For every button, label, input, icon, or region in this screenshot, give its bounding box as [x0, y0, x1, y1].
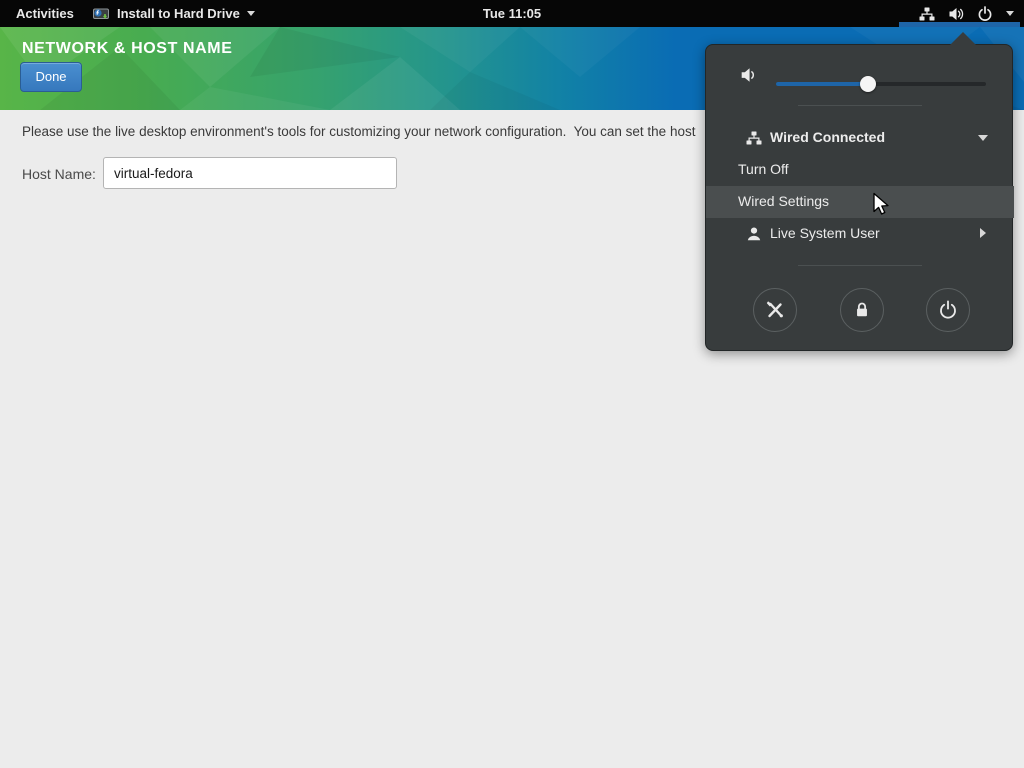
host-name-label: Host Name:: [22, 166, 96, 182]
network-wired-icon: [746, 130, 762, 149]
chevron-right-icon: [980, 228, 986, 238]
system-actions-row: [706, 288, 1014, 332]
separator: [798, 265, 922, 266]
host-name-input[interactable]: [103, 157, 397, 189]
instruction-text: Please use the live desktop environment'…: [22, 124, 696, 139]
popover-arrow: [950, 32, 976, 45]
menu-item-live-system-user[interactable]: Live System User: [706, 218, 1014, 250]
volume-slider-fill: [776, 82, 868, 86]
menu-item-turn-off[interactable]: Turn Off: [706, 154, 1014, 186]
chevron-down-icon: [978, 135, 988, 141]
power-icon: [938, 300, 958, 320]
user-icon: [746, 226, 762, 245]
top-bar: Activities Install to Hard Drive Tue 11:…: [0, 0, 1024, 27]
lock-icon: [853, 301, 871, 319]
page-title: NETWORK & HOST NAME: [22, 40, 233, 57]
settings-tools-icon: [765, 300, 785, 320]
system-menu-popover: Wired Connected Turn Off Wired Settings …: [705, 32, 1014, 351]
volume-row: [706, 55, 1014, 95]
separator: [798, 105, 922, 106]
menu-item-wired-settings[interactable]: Wired Settings: [706, 186, 1014, 218]
power-button[interactable]: [926, 288, 970, 332]
clock-button[interactable]: Tue 11:05: [0, 0, 1024, 27]
power-icon: [977, 5, 993, 22]
desktop: Activities Install to Hard Drive Tue 11:…: [0, 0, 1024, 768]
done-button[interactable]: Done: [20, 62, 82, 92]
system-status-area-button[interactable]: [919, 0, 1014, 27]
system-menu-list: Wired Connected Turn Off Wired Settings …: [706, 122, 1014, 250]
volume-slider-knob[interactable]: [860, 76, 876, 92]
menu-item-wired-connected[interactable]: Wired Connected: [706, 122, 1014, 154]
volume-slider[interactable]: [776, 76, 986, 92]
settings-button[interactable]: [753, 288, 797, 332]
chevron-down-icon: [1006, 11, 1014, 16]
speaker-icon: [740, 66, 758, 89]
network-wired-icon: [919, 6, 935, 22]
volume-icon: [948, 6, 964, 22]
lock-button[interactable]: [840, 288, 884, 332]
